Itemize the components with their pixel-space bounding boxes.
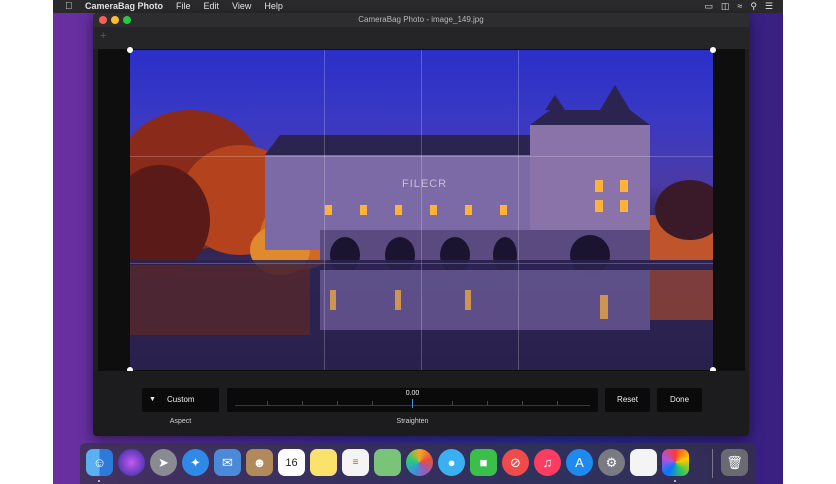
desktop:  CameraBag Photo File Edit View Help ▭ … <box>53 0 783 484</box>
caret-down-icon: ▼ <box>149 396 156 403</box>
aspect-value: Custom <box>167 395 195 404</box>
done-button[interactable]: Done <box>657 388 702 412</box>
crop-guide-horizontal-2 <box>130 263 713 264</box>
menu-file[interactable]: File <box>176 0 191 13</box>
aspect-caption: Aspect <box>169 418 192 425</box>
menu-items: File Edit View Help <box>176 0 296 13</box>
contacts-icon[interactable]: ☻ <box>246 449 273 476</box>
siri-icon[interactable] <box>118 449 145 476</box>
photo-preview[interactable]: FILECR <box>130 50 713 370</box>
straighten-slider[interactable]: 0.00 <box>227 388 598 412</box>
slider-tick <box>487 401 488 405</box>
slider-tick <box>337 401 338 405</box>
minimize-button[interactable] <box>111 16 119 24</box>
status-icons: ▭ ◫ ≈ ⚲ ☰ <box>704 0 773 13</box>
menu-edit[interactable]: Edit <box>204 0 220 13</box>
add-icon[interactable]: + <box>100 30 106 42</box>
textedit-icon[interactable] <box>630 449 657 476</box>
notes-icon[interactable] <box>310 449 337 476</box>
zoom-button[interactable] <box>123 16 131 24</box>
app-menu[interactable]: CameraBag Photo <box>85 0 163 13</box>
crop-guide-vertical-3 <box>518 50 519 370</box>
search-icon[interactable]: ⚲ <box>750 0 757 13</box>
slider-tick <box>452 401 453 405</box>
crop-guide-vertical-1 <box>324 50 325 370</box>
messages-icon[interactable]: ● <box>438 449 465 476</box>
crop-controls: ▼ Custom Aspect 0.00 Straighten Reset Do… <box>93 371 749 436</box>
crop-handle-top-right[interactable] <box>710 47 716 53</box>
dock-separator <box>712 449 713 478</box>
maps-icon[interactable] <box>374 449 401 476</box>
slider-indicator[interactable] <box>412 399 413 408</box>
display-icon[interactable]: ◫ <box>721 0 730 13</box>
camerabag-icon[interactable] <box>662 449 689 476</box>
music-icon[interactable]: ♫ <box>534 449 561 476</box>
app-store-icon[interactable]: A <box>566 449 593 476</box>
aspect-dropdown[interactable]: ▼ Custom <box>142 388 219 412</box>
control-center-icon[interactable]: ☰ <box>765 0 773 13</box>
slider-tick <box>522 401 523 405</box>
slider-tick <box>302 401 303 405</box>
watermark: FILECR <box>402 178 448 190</box>
straighten-value: 0.00 <box>405 390 420 397</box>
menu-bar:  CameraBag Photo File Edit View Help ▭ … <box>53 0 783 13</box>
slider-tick <box>372 401 373 405</box>
title-bar[interactable]: CameraBag Photo - image_149.jpg <box>93 13 749 27</box>
safari-icon[interactable]: ✦ <box>182 449 209 476</box>
window-title: CameraBag Photo - image_149.jpg <box>358 15 484 24</box>
running-indicator <box>674 480 676 482</box>
launchpad-icon[interactable]: ➤ <box>150 449 177 476</box>
system-preferences-icon[interactable]: ⚙ <box>598 449 625 476</box>
crop-handle-top-left[interactable] <box>127 47 133 53</box>
apple-menu-icon[interactable]:  <box>65 0 73 13</box>
close-button[interactable] <box>99 16 107 24</box>
reminders-icon[interactable]: ≡ <box>342 449 369 476</box>
running-indicator <box>98 480 100 482</box>
airplay-icon[interactable]: ▭ <box>704 0 713 13</box>
reset-button[interactable]: Reset <box>605 388 650 412</box>
crop-guide-horizontal-1 <box>130 156 713 157</box>
facetime-icon[interactable]: ■ <box>470 449 497 476</box>
trash-icon[interactable]: 🗑 <box>721 449 748 476</box>
app-window: CameraBag Photo - image_149.jpg + FILECR… <box>93 13 749 436</box>
slider-tick <box>557 401 558 405</box>
news-icon[interactable]: ⊘ <box>502 449 529 476</box>
toolbar <box>93 27 749 49</box>
menu-view[interactable]: View <box>232 0 251 13</box>
mail-icon[interactable]: ✉ <box>214 449 241 476</box>
image-canvas: FILECR <box>98 47 745 373</box>
slider-tick <box>267 401 268 405</box>
calendar-icon[interactable]: 16 <box>278 449 305 476</box>
straighten-caption: Straighten <box>396 418 429 425</box>
photos-icon[interactable] <box>406 449 433 476</box>
wifi-icon[interactable]: ≈ <box>737 0 742 13</box>
crop-guide-vertical-2 <box>421 50 422 370</box>
dock: ☺ ➤ ✦ ✉ ☻ 16 ≡ ● ■ ⊘ ♫ A ⚙ 🗑 <box>80 443 756 484</box>
menu-help[interactable]: Help <box>264 0 283 13</box>
finder-icon[interactable]: ☺ <box>86 449 113 476</box>
